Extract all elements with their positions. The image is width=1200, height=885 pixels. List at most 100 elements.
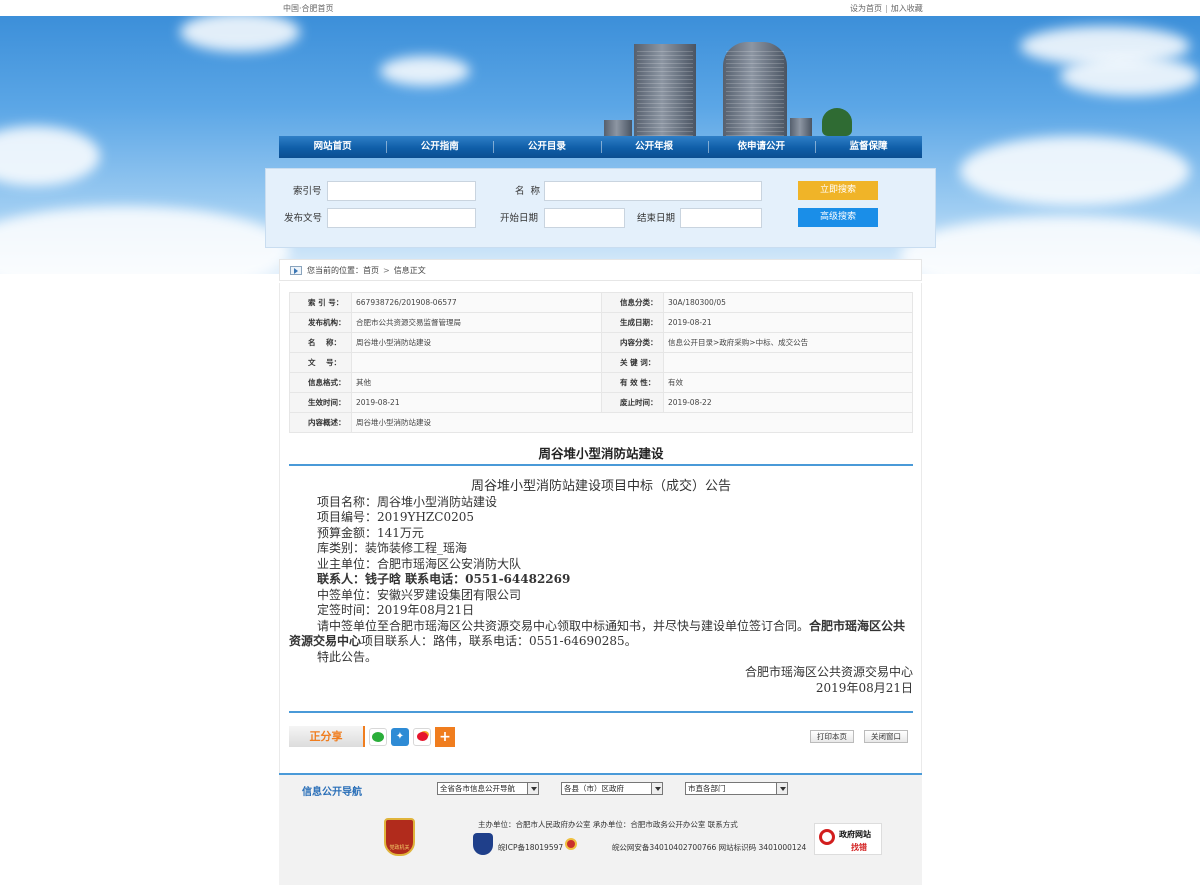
end-date-input[interactable] — [680, 208, 762, 228]
building-right — [723, 42, 787, 136]
announcement-heading: 周谷堆小型消防站建设项目中标（成交）公告 — [470, 479, 731, 494]
cloud-decoration — [180, 16, 300, 52]
add-favorite-link[interactable]: 加入收藏 — [891, 4, 923, 13]
cloud-decoration — [900, 216, 1200, 274]
wechat-icon[interactable] — [369, 727, 387, 746]
county-nav-select[interactable]: 各县（市）区政府 — [561, 782, 663, 795]
meta-value: 其他 — [351, 372, 602, 393]
top-separator: | — [885, 4, 888, 13]
chevron-down-icon — [527, 783, 538, 794]
contact-line: 联系人：钱子晗 联系电话：0551-64482269 — [317, 572, 571, 586]
start-date-label: 开始日期 — [500, 213, 539, 224]
end-date-label: 结束日期 — [637, 213, 676, 224]
doc-no-label: 发布文号 — [284, 213, 323, 224]
meta-key: 有 效 性： — [601, 372, 664, 393]
sign-date: 2019年08月21日 — [815, 680, 913, 695]
paragraph-tail: 项目联系人：路伟，联系电话：0551-64690285。 — [361, 634, 637, 648]
table-row: 索 引 号： 667938726/201908-06577 信息分类： 30A/… — [289, 292, 913, 313]
article-body: 周谷堆小型消防站建设项目中标（成交）公告 项目名称：周谷堆小型消防站建设 项目编… — [289, 479, 913, 696]
nav-item-catalog[interactable]: 公开目录 — [493, 136, 600, 158]
meta-value: 合肥市公共资源交易监督管理局 — [351, 312, 602, 333]
advanced-search-button[interactable]: 高级搜索 — [798, 208, 878, 227]
cloud-decoration — [0, 126, 100, 186]
meta-value: 2019-08-22 — [663, 392, 913, 413]
weibo-icon[interactable] — [413, 727, 431, 746]
meta-value: 667938726/201908-06577 — [351, 292, 602, 313]
select-value: 全省各市信息公开导航 — [440, 784, 515, 793]
content-panel: 索 引 号： 667938726/201908-06577 信息分类： 30A/… — [279, 283, 922, 773]
chevron-down-icon — [651, 783, 662, 794]
nav-item-home[interactable]: 网站首页 — [279, 136, 386, 158]
site-code: 网站标识码 3401000124 — [718, 843, 807, 852]
footer-sponsor: 主办单位：合肥市人民政府办公室 承办单位：合肥市政务公开办公室 联系方式 — [478, 820, 738, 829]
set-home-link[interactable]: 设为首页 — [850, 4, 882, 13]
article-line: 项目名称：周谷堆小型消防站建设 — [317, 494, 498, 509]
meta-key: 信息分类： — [601, 292, 664, 313]
meta-value: 信息公开目录>政府采购>中标、成交公告 — [663, 332, 913, 353]
paragraph-text: 请中签单位至合肥市瑶海区公共资源交易中心领取中标通知书，并尽快与建设单位签订合同… — [317, 618, 810, 633]
meta-key: 内容分类： — [601, 332, 664, 353]
meta-key: 索 引 号： — [289, 292, 352, 313]
gov-site-text: 政府网站 — [839, 830, 871, 839]
table-row: 名 称： 周谷堆小型消防站建设 内容分类： 信息公开目录>政府采购>中标、成交公… — [289, 332, 913, 353]
top-home-link[interactable]: 中国·合肥首页 — [283, 3, 334, 14]
start-date-input[interactable] — [544, 208, 625, 228]
search-button[interactable]: 立即搜索 — [798, 181, 878, 200]
gov-site-error-report[interactable]: 政府网站 找错 — [814, 823, 882, 855]
meta-value: 30A/180300/05 — [663, 292, 913, 313]
nav-item-annual-report[interactable]: 公开年报 — [600, 136, 708, 158]
breadcrumb-current: 信息正文 — [393, 265, 426, 275]
more-share-icon[interactable]: + — [435, 726, 455, 747]
department-nav-select[interactable]: 市直各部门 — [685, 782, 788, 795]
select-value: 各县（市）区政府 — [564, 784, 624, 793]
meta-value: 有效 — [663, 372, 913, 393]
cloud-decoration — [960, 136, 1190, 206]
tree-decoration — [822, 108, 852, 136]
meta-value: 2019-08-21 — [351, 392, 602, 413]
main-nav: 网站首页 公开指南 公开目录 公开年报 依申请公开 监督保障 — [279, 136, 922, 158]
article-line: 业主单位：合肥市瑶海区公安消防大队 — [317, 556, 522, 571]
province-nav-select[interactable]: 全省各市信息公开导航 — [437, 782, 539, 795]
nav-item-apply[interactable]: 依申请公开 — [707, 136, 815, 158]
article-line: 中签单位：安徽兴罗建设集团有限公司 — [317, 587, 522, 602]
cloud-decoration — [1060, 56, 1200, 96]
meta-value: 2019-08-21 — [663, 312, 913, 333]
breadcrumb-prefix: 您当前的位置： — [307, 265, 363, 275]
meta-key: 发布机构： — [289, 312, 352, 333]
badge-text: 党政机关 — [389, 845, 410, 851]
title-divider — [289, 464, 913, 466]
public-security-icon — [565, 838, 577, 850]
meta-key: 生成日期： — [601, 312, 664, 333]
magnifier-icon — [819, 829, 835, 845]
meta-value — [351, 352, 602, 373]
signer: 合肥市瑶海区公共资源交易中心 — [744, 665, 913, 679]
print-button[interactable]: 打印本页 — [810, 730, 854, 743]
location-arrow-icon — [290, 265, 302, 275]
nav-item-guide[interactable]: 公开指南 — [386, 136, 493, 158]
report-error-text: 找错 — [851, 843, 867, 852]
meta-value: 周谷堆小型消防站建设 — [351, 412, 913, 433]
meta-key: 关 键 词： — [601, 352, 664, 373]
article-line: 定签时间：2019年08月21日 — [317, 603, 475, 617]
nav-item-supervision[interactable]: 监督保障 — [814, 136, 922, 158]
chevron-down-icon — [776, 783, 787, 794]
name-input[interactable] — [544, 181, 762, 201]
breadcrumb: 您当前的位置： 首页 > 信息正文 — [279, 259, 922, 281]
table-row: 信息格式： 其他 有 效 性： 有效 — [289, 372, 913, 393]
police-record[interactable]: 皖公网安备34010402700766 — [612, 843, 716, 852]
breadcrumb-home[interactable]: 首页 — [363, 265, 379, 276]
index-input[interactable] — [327, 181, 476, 201]
doc-no-input[interactable] — [327, 208, 476, 228]
top-right-links: 设为首页 | 加入收藏 — [850, 3, 923, 14]
qzone-icon[interactable]: ✦ — [391, 727, 409, 746]
select-value: 市直各部门 — [688, 784, 726, 793]
meta-value: 周谷堆小型消防站建设 — [351, 332, 602, 353]
share-label: 正分享 — [289, 726, 365, 747]
article-paragraph: 请中签单位至合肥市瑶海区公共资源交易中心领取中标通知书，并尽快与建设单位签订合同… — [289, 619, 913, 650]
icp-record[interactable]: 皖ICP备18019597 — [498, 843, 563, 852]
top-bar: 中国·合肥首页 设为首页 | 加入收藏 — [0, 0, 1200, 16]
table-row: 生效时间： 2019-08-21 废止时间： 2019-08-22 — [289, 392, 913, 413]
close-window-button[interactable]: 关闭窗口 — [864, 730, 908, 743]
police-badge-icon — [473, 833, 493, 855]
party-gov-badge-icon[interactable]: 党政机关 — [384, 818, 415, 856]
